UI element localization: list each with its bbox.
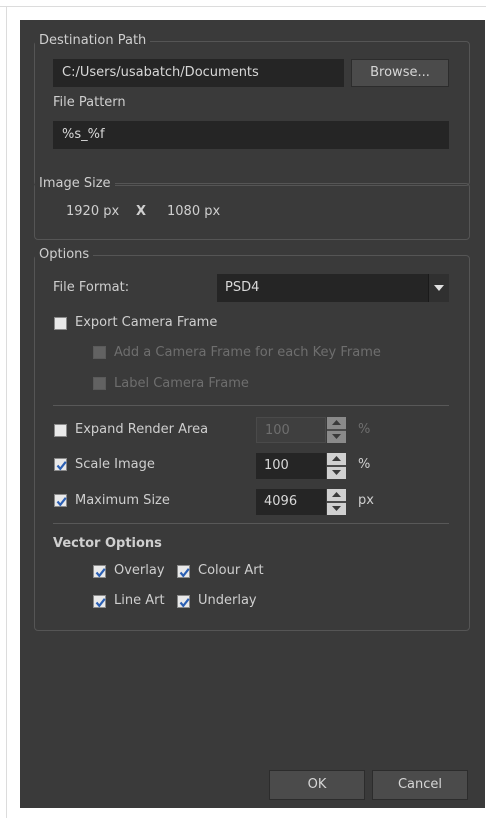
underlay-label: Underlay: [198, 593, 257, 608]
spin-down-icon[interactable]: [327, 467, 346, 479]
maximum-size-value[interactable]: 4096: [256, 489, 326, 515]
image-width-value: 1920 px: [66, 204, 120, 219]
file-format-label: File Format:: [53, 280, 130, 295]
expand-render-area-spinbox[interactable]: 100: [256, 417, 346, 443]
line-art-label: Line Art: [114, 593, 165, 608]
colour-art-checkbox[interactable]: [177, 565, 190, 578]
label-camera-frame-checkbox[interactable]: [93, 377, 106, 390]
options-divider-1: [53, 405, 449, 406]
scale-image-label: Scale Image: [75, 457, 155, 472]
colour-art-label: Colour Art: [198, 563, 264, 578]
spin-down-icon[interactable]: [327, 431, 346, 443]
options-divider-2: [53, 523, 449, 524]
expand-render-area-label: Expand Render Area: [75, 422, 209, 437]
cancel-button[interactable]: Cancel: [372, 770, 468, 800]
expand-render-area-unit: %: [358, 422, 371, 437]
overlay-checkbox[interactable]: [93, 565, 106, 578]
spin-up-icon[interactable]: [327, 489, 346, 501]
file-pattern-input[interactable]: %s_%f: [53, 121, 449, 149]
maximum-size-label: Maximum Size: [75, 493, 170, 508]
maximum-size-spinbox[interactable]: 4096: [256, 489, 346, 515]
maximum-size-checkbox[interactable]: [54, 494, 67, 507]
file-format-dropdown[interactable]: PSD4: [217, 274, 449, 302]
expand-render-area-checkbox[interactable]: [54, 424, 67, 437]
export-camera-frame-label: Export Camera Frame: [75, 315, 218, 330]
spin-down-icon[interactable]: [327, 503, 346, 515]
underlay-checkbox[interactable]: [177, 595, 190, 608]
image-size-title: Image Size: [35, 176, 115, 192]
overlay-label: Overlay: [114, 563, 165, 578]
destination-path-title: Destination Path: [35, 33, 151, 49]
scale-image-unit: %: [358, 457, 371, 472]
add-camera-frame-checkbox[interactable]: [93, 346, 106, 359]
destination-path-input[interactable]: C:/Users/usabatch/Documents: [53, 59, 344, 87]
window-frame-left: [6, 6, 7, 818]
scale-image-value[interactable]: 100: [256, 453, 326, 479]
scale-image-checkbox[interactable]: [54, 458, 67, 471]
ok-button[interactable]: OK: [269, 770, 365, 800]
chevron-down-icon[interactable]: [428, 274, 449, 302]
options-title: Options: [35, 247, 94, 263]
scale-image-spinbox[interactable]: 100: [256, 453, 346, 479]
expand-render-area-value[interactable]: 100: [256, 417, 326, 443]
line-art-checkbox[interactable]: [93, 595, 106, 608]
label-camera-frame-label: Label Camera Frame: [114, 376, 249, 391]
spin-up-icon[interactable]: [327, 453, 346, 465]
file-format-value: PSD4: [225, 280, 260, 295]
image-size-separator: X: [136, 204, 147, 219]
add-camera-frame-label: Add a Camera Frame for each Key Frame: [114, 345, 381, 360]
file-pattern-label: File Pattern: [53, 95, 126, 110]
image-height-value: 1080 px: [167, 204, 221, 219]
spin-up-icon[interactable]: [327, 417, 346, 429]
window-frame-top: [0, 6, 486, 7]
vector-options-title: Vector Options: [53, 536, 162, 551]
export-camera-frame-checkbox[interactable]: [54, 317, 67, 330]
browse-button[interactable]: Browse...: [351, 59, 449, 87]
export-dialog: Destination Path C:/Users/usabatch/Docum…: [20, 20, 485, 808]
maximum-size-unit: px: [358, 493, 374, 508]
